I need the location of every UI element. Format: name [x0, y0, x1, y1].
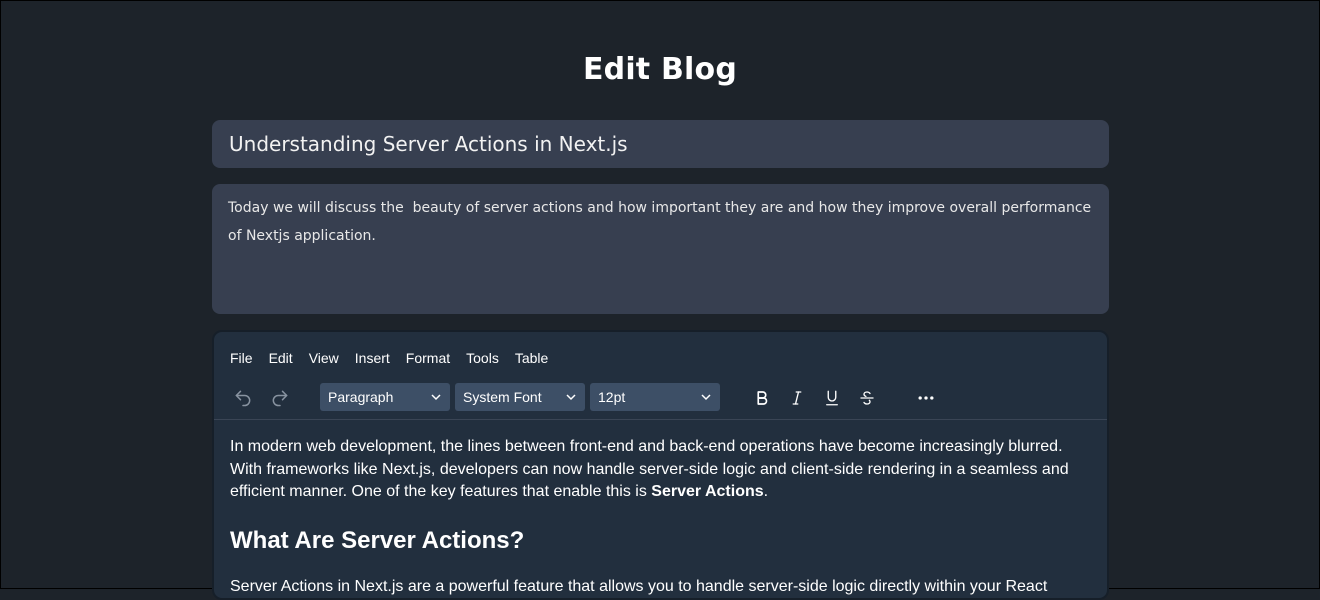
- chevron-down-icon: [566, 394, 576, 401]
- content-paragraph: In modern web development, the lines bet…: [230, 436, 1090, 504]
- menu-view[interactable]: View: [304, 348, 344, 368]
- block-format-value: Paragraph: [328, 389, 394, 405]
- menu-table[interactable]: Table: [510, 348, 553, 368]
- font-family-value: System Font: [463, 389, 542, 405]
- menu-file[interactable]: File: [225, 348, 258, 368]
- menu-tools[interactable]: Tools: [461, 348, 504, 368]
- redo-icon[interactable]: [265, 385, 295, 411]
- bold-icon[interactable]: [747, 385, 777, 411]
- underline-icon[interactable]: [817, 385, 847, 411]
- menu-format[interactable]: Format: [401, 348, 455, 368]
- rich-text-editor: File Edit View Insert Format Tools Table…: [212, 330, 1109, 600]
- content-paragraph: Server Actions in Next.js are a powerful…: [230, 577, 1048, 595]
- menu-edit[interactable]: Edit: [264, 348, 298, 368]
- paragraph-bold-text: Server Actions: [651, 483, 764, 500]
- editor-toolbar: Paragraph System Font 12pt: [214, 382, 1107, 420]
- undo-icon[interactable]: [228, 385, 258, 411]
- more-icon[interactable]: [911, 385, 941, 411]
- font-size-select[interactable]: 12pt: [590, 383, 720, 411]
- blog-description-textarea[interactable]: Today we will discuss the beauty of serv…: [212, 184, 1109, 314]
- editor-content-area[interactable]: In modern web development, the lines bet…: [230, 436, 1090, 598]
- menu-insert[interactable]: Insert: [350, 348, 395, 368]
- content-heading: What Are Server Actions?: [230, 526, 525, 554]
- strikethrough-icon[interactable]: [852, 385, 882, 411]
- font-size-value: 12pt: [598, 389, 626, 405]
- paragraph-text: In modern web development, the lines bet…: [230, 438, 1069, 500]
- paragraph-end: .: [763, 483, 769, 500]
- editor-menubar: File Edit View Insert Format Tools Table: [225, 348, 559, 368]
- blog-title-input[interactable]: [212, 120, 1109, 168]
- italic-icon[interactable]: [782, 385, 812, 411]
- chevron-down-icon: [701, 394, 711, 401]
- chevron-down-icon: [431, 394, 441, 401]
- font-family-select[interactable]: System Font: [455, 383, 585, 411]
- block-format-select[interactable]: Paragraph: [320, 383, 450, 411]
- page-title: Edit Blog: [582, 52, 738, 87]
